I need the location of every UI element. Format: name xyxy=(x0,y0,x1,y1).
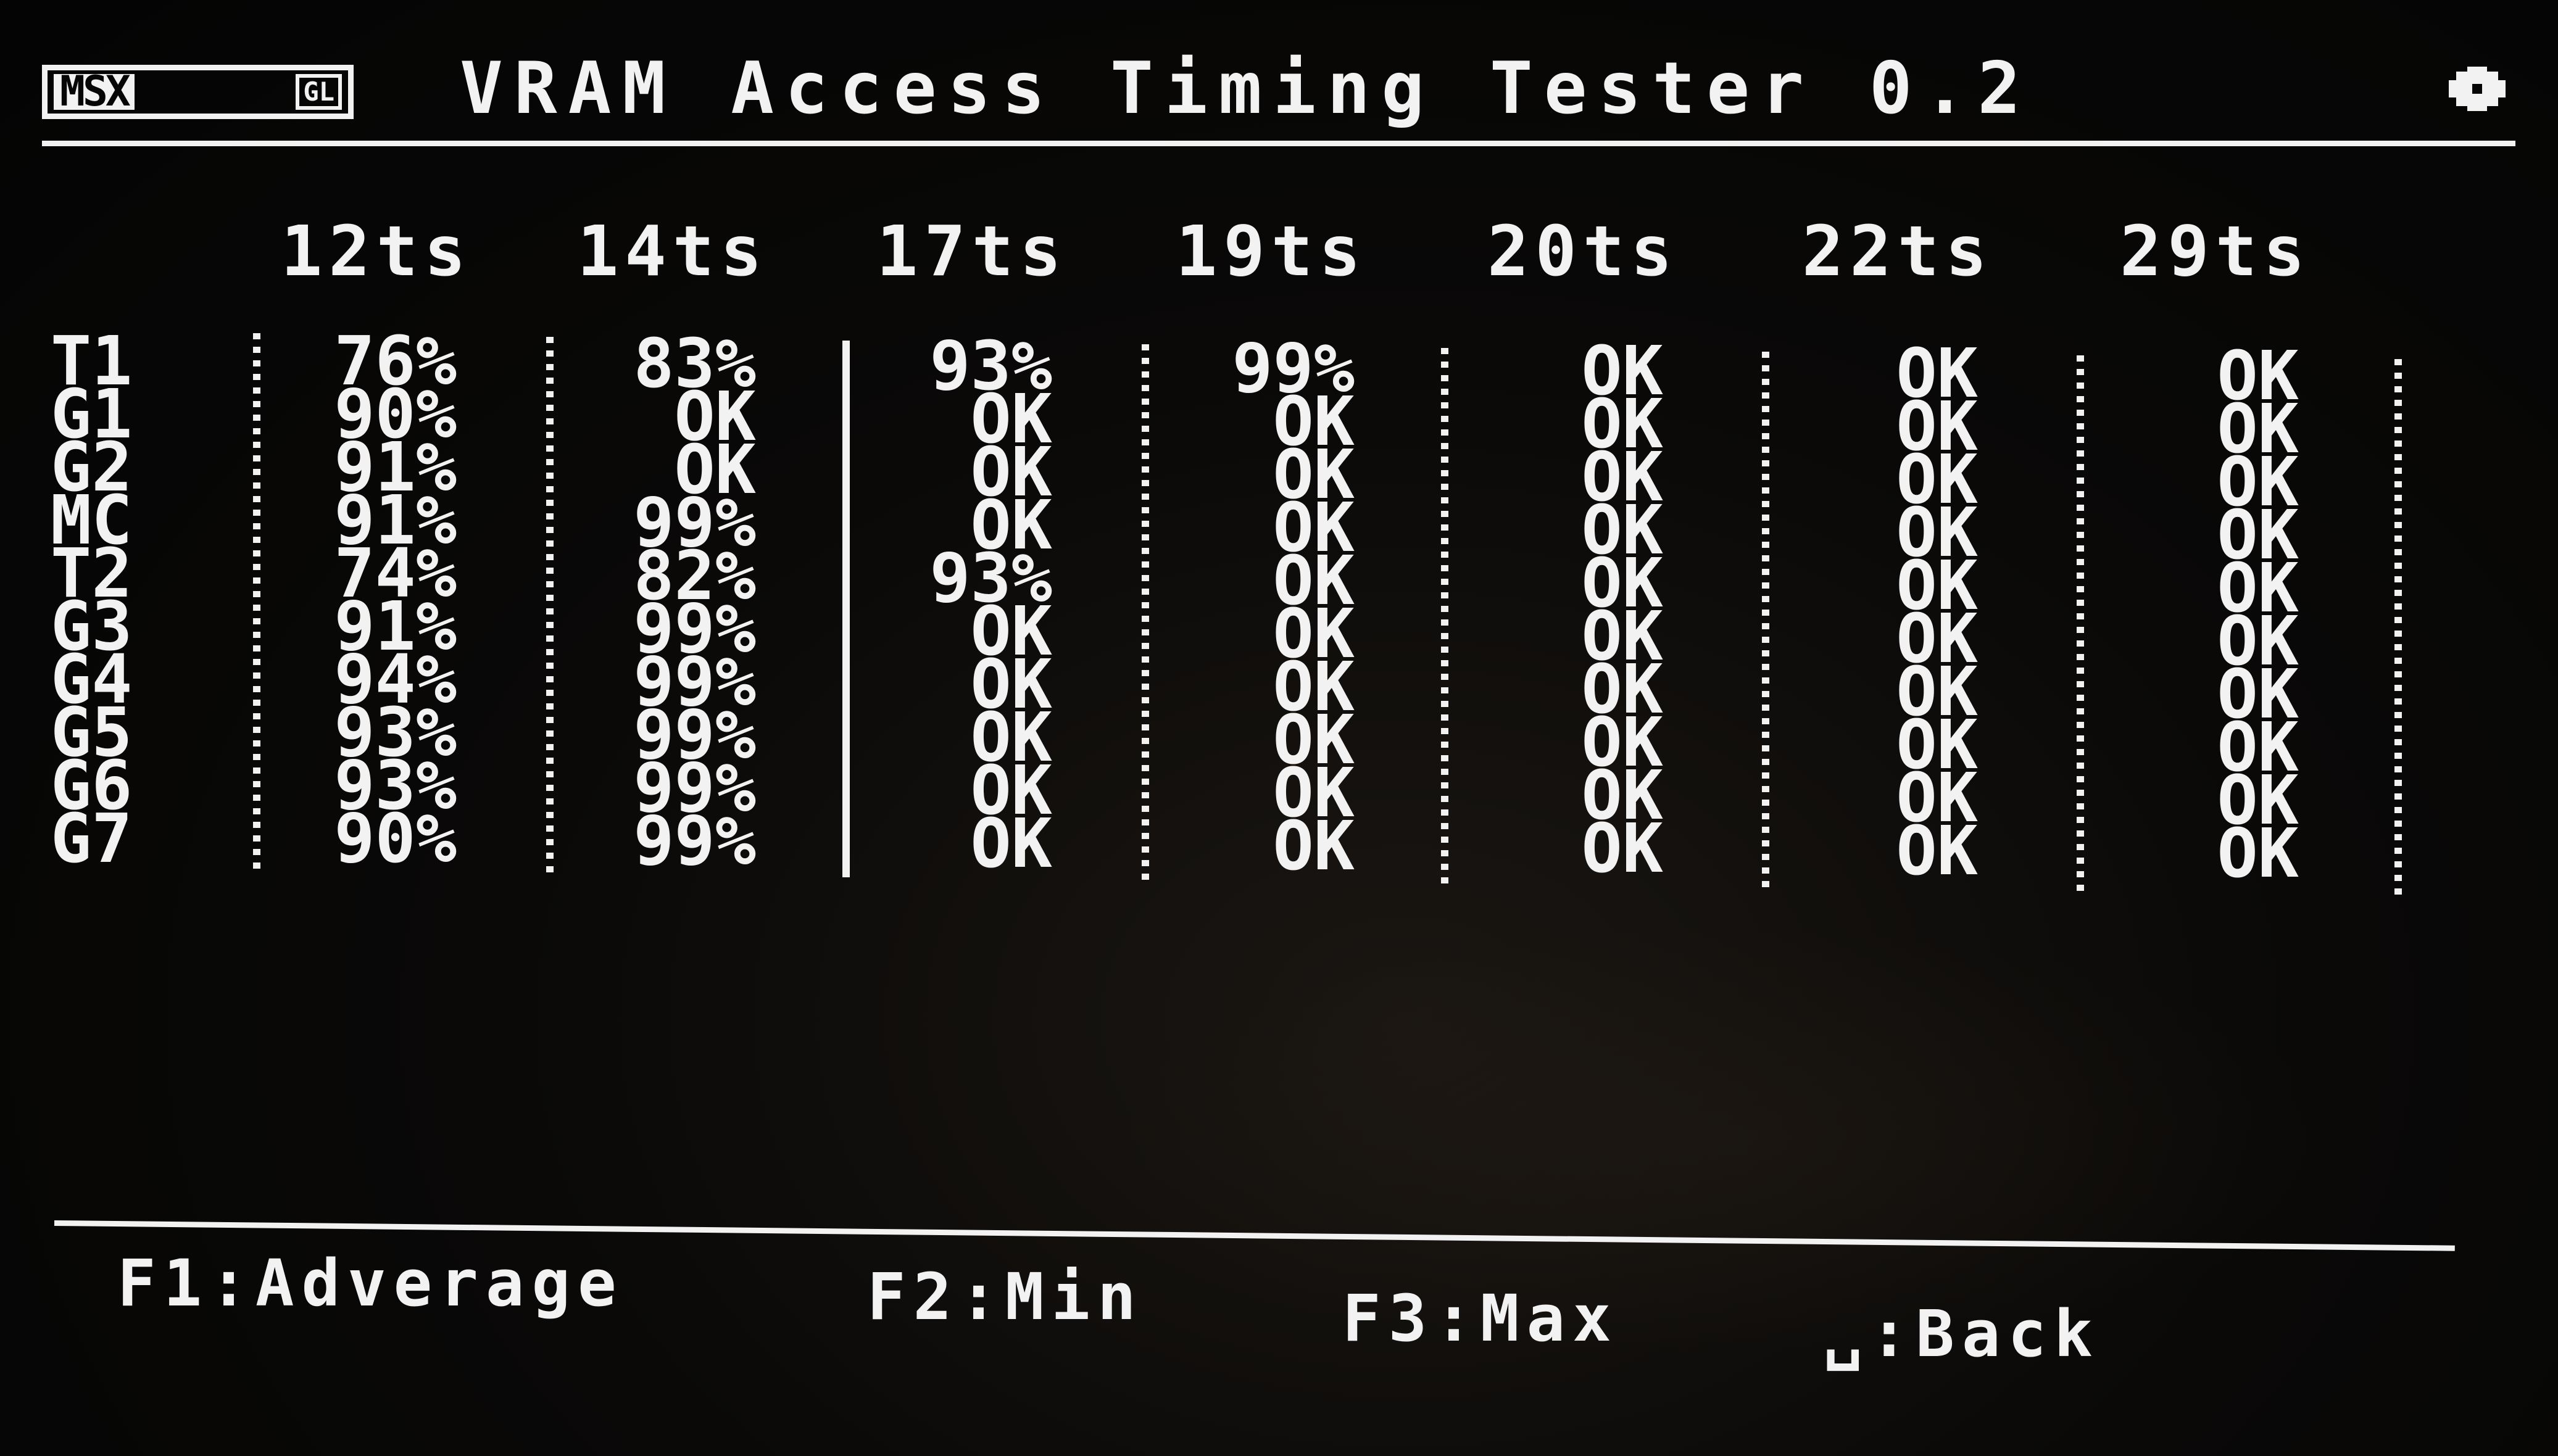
header-divider xyxy=(42,141,2515,146)
result-cell: OK xyxy=(1273,806,1355,885)
result-cell: OK xyxy=(1896,811,1978,890)
column-header-12ts: 12ts xyxy=(281,212,472,292)
column-header-29ts: 29ts xyxy=(2120,212,2311,292)
f1-average-key[interactable]: F1:Adverage xyxy=(117,1251,624,1315)
logo-main-text: MSX xyxy=(54,71,135,113)
result-cell: OK xyxy=(970,804,1052,883)
column-separator xyxy=(1142,344,1149,881)
column-separator xyxy=(1762,352,1769,888)
column-separator xyxy=(1441,348,1448,885)
column-separator xyxy=(2077,355,2084,892)
column-header-17ts: 17ts xyxy=(876,212,1068,292)
column-separator xyxy=(546,337,554,874)
f3-max-key[interactable]: F3:Max xyxy=(1342,1286,1619,1351)
back-key[interactable]: ␣:Back xyxy=(1824,1302,2100,1366)
msxgl-logo: MSX GL xyxy=(42,65,354,119)
column-separator xyxy=(253,333,260,870)
result-cell: OK xyxy=(2217,814,2299,893)
page-title: VRAM Access Timing Tester 0.2 xyxy=(460,47,2032,130)
column-header-22ts: 22ts xyxy=(1802,212,1993,292)
result-cell: OK xyxy=(1581,809,1663,888)
f2-min-key[interactable]: F2:Min xyxy=(867,1265,1144,1329)
gear-icon xyxy=(2449,67,2506,111)
result-cell: 99% xyxy=(633,801,756,880)
screen-glare xyxy=(1111,925,2345,1357)
result-cell: 90% xyxy=(334,799,457,878)
column-header-19ts: 19ts xyxy=(1176,212,1367,292)
column-separator xyxy=(2394,359,2402,896)
logo-sub-text: GL xyxy=(296,74,342,110)
column-separator xyxy=(842,341,850,877)
msx-screen: MSX GL VRAM Access Timing Tester 0.2 12t… xyxy=(0,0,2558,1456)
row-label-g7: G7 xyxy=(51,799,133,878)
column-header-14ts: 14ts xyxy=(577,212,768,292)
column-header-20ts: 20ts xyxy=(1487,212,1679,292)
